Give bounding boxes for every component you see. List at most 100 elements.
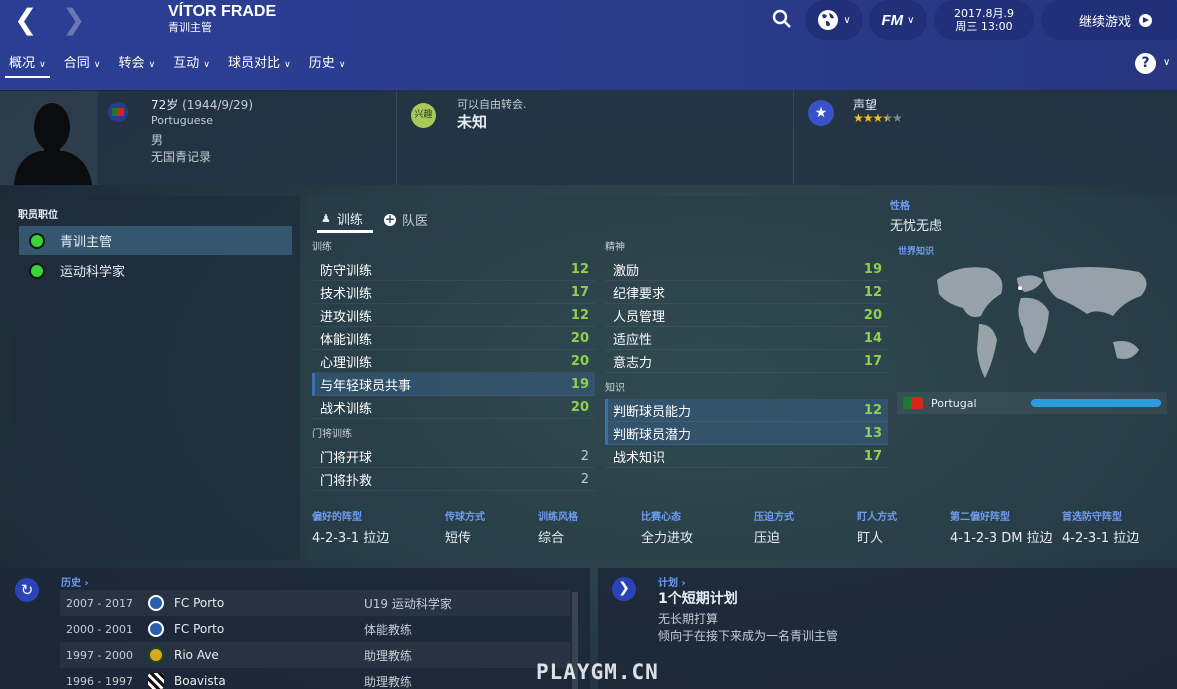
dob: (1944/9/29)	[182, 98, 254, 112]
club-badge-icon	[148, 621, 164, 637]
portugal-flag-icon	[108, 102, 128, 122]
preferences-row: 偏好的阵型 4-2-3-1 拉边 传球方式短传 训练风格综合 比赛心态全力进攻 压…	[307, 504, 1177, 546]
transfer-status: 可以自由转会.	[457, 98, 527, 111]
time-text: 周三 13:00	[955, 20, 1013, 33]
transfer-value: 未知	[457, 113, 488, 131]
attr-row: 纪律要求 12	[605, 281, 888, 304]
youth-record: 无国青记录	[151, 150, 212, 164]
attr-row: 适应性 14	[605, 327, 888, 350]
world-map	[917, 258, 1167, 388]
club-badge-icon	[148, 595, 164, 611]
menu-history[interactable]: 历史 ∨	[300, 56, 355, 80]
profile-strip: 72岁 (1944/9/29) Portuguese 男 无国青记录 兴趣 可以…	[0, 91, 1177, 185]
staff-role: 青训主管	[168, 21, 212, 34]
active-dot-icon	[29, 232, 45, 249]
tab-medical[interactable]: + 队医	[384, 206, 428, 233]
attr-row: 门将开球 2	[312, 445, 595, 468]
plus-icon: +	[384, 211, 396, 226]
main-menu: 概况 ∨ 合同 ∨ 转会 ∨ 互动 ∨ 球员对比 ∨ 历史 ∨	[0, 56, 355, 80]
country-name: Portugal	[931, 396, 977, 410]
attr-row: 门将扑救 2	[312, 468, 595, 491]
attr-row: 技术训练 17	[312, 281, 595, 304]
pref-value: 4-2-3-1 拉边	[1062, 531, 1140, 546]
pref-value: 综合	[538, 531, 565, 546]
table-row[interactable]: 2000 - 2001 FC Porto 体能教练	[60, 616, 570, 642]
globe-icon	[818, 10, 839, 30]
gender: 男	[151, 133, 164, 147]
attr-row: 心理训练 20	[312, 350, 595, 373]
history-icon: ↻	[15, 578, 39, 602]
pref-label: 训练风格	[538, 512, 578, 523]
world-menu-button[interactable]: ∨	[805, 0, 863, 40]
forward-arrow-icon[interactable]: ❯	[62, 6, 85, 34]
pref-value: 盯人	[857, 531, 884, 546]
menu-contract[interactable]: 合同 ∨	[55, 56, 110, 80]
pref-label: 偏好的阵型	[312, 512, 362, 523]
attr-row: 进攻训练 12	[312, 304, 595, 327]
top-bar: ❮ ❯ VÍTOR FRADE 青训主管 ∨ FM ∨ 2017.8月.9 周三…	[0, 0, 1177, 90]
role-item-sport-scientist[interactable]: 运动科学家	[19, 256, 292, 285]
pref-value: 短传	[445, 531, 472, 546]
attr-row: 战术训练 20	[312, 396, 595, 419]
knowledge-title: 知识	[605, 383, 625, 394]
age: 72岁	[151, 98, 179, 112]
pref-value: 全力进攻	[641, 531, 694, 546]
role-item-youth-head[interactable]: 青训主管	[19, 226, 292, 255]
date-text: 2017.8月.9	[954, 7, 1014, 20]
gk-title: 门将训练	[312, 429, 352, 440]
search-icon[interactable]	[772, 9, 792, 29]
plans-line1: 无长期打算	[658, 612, 719, 626]
history-panel: ↻ 历史 › 2007 - 2017 FC Porto U19 运动科学家 20…	[0, 568, 590, 689]
star-icon: ★	[808, 100, 834, 126]
attributes-panel: ♟ 训练 + 队医 训练 防守训练 12 技术训练 17 进攻训练 12 体能训练 20 心…	[307, 196, 1177, 560]
attr-row: 体能训练 20	[312, 327, 595, 350]
chevron-down-icon[interactable]: ∨	[1163, 57, 1170, 68]
world-knowledge-row: Portugal	[897, 392, 1167, 414]
date-display[interactable]: 2017.8月.9 周三 13:00	[934, 0, 1034, 40]
chevron-right-icon[interactable]: ❯	[612, 577, 636, 601]
fm-menu-button[interactable]: FM ∨	[869, 0, 927, 40]
table-row[interactable]: 1996 - 1997 Boavista 助理教练	[60, 668, 570, 689]
pref-label: 传球方式	[445, 512, 485, 523]
continue-label: 继续游戏	[1079, 14, 1132, 30]
table-row[interactable]: 1997 - 2000 Rio Ave 助理教练	[60, 642, 570, 668]
interest-badge: 兴趣	[411, 103, 436, 128]
personality-value: 无忧无虑	[890, 219, 943, 234]
attr-row-highlighted: 与年轻球员共事 19	[312, 373, 595, 396]
tab-training[interactable]: ♟ 训练	[317, 206, 373, 233]
attr-row-highlighted: 判断球员能力 12	[605, 399, 888, 422]
history-table: 2007 - 2017 FC Porto U19 运动科学家 2000 - 20…	[60, 590, 570, 689]
reputation-stars: ★★★★★	[853, 111, 903, 125]
knowledge-bar	[1031, 399, 1161, 407]
play-icon	[1139, 13, 1153, 27]
roles-title: 职员职位	[18, 210, 58, 221]
avatar	[0, 91, 98, 185]
club-badge-icon	[148, 673, 164, 689]
menu-transfer[interactable]: 转会 ∨	[110, 56, 165, 80]
personality-label: 性格	[890, 201, 910, 212]
pref-value: 4-1-2-3 DM 拉边	[950, 531, 1053, 546]
mental-section: 精神 激励 19 纪律要求 12 人员管理 20 适应性 14 意志力 17 知识 判断球…	[605, 238, 888, 468]
attr-row-highlighted: 判断球员潜力 13	[605, 422, 888, 445]
history-link[interactable]: 历史 ›	[61, 574, 89, 589]
roles-panel: 职员职位 青训主管 运动科学家	[10, 196, 300, 560]
pref-label: 比赛心态	[641, 512, 681, 523]
table-row[interactable]: 2007 - 2017 FC Porto U19 运动科学家	[60, 590, 570, 616]
chevron-down-icon: ∨	[843, 14, 851, 26]
training-title: 训练	[312, 242, 332, 253]
attr-row: 意志力 17	[605, 350, 888, 373]
plans-link[interactable]: 计划 ›	[658, 574, 686, 589]
attr-row: 激励 19	[605, 258, 888, 281]
pref-value: 压迫	[754, 531, 781, 546]
menu-compare[interactable]: 球员对比 ∨	[219, 56, 300, 80]
back-arrow-icon[interactable]: ❮	[14, 6, 37, 34]
club-badge-icon	[148, 647, 164, 663]
plans-panel: ❯ 计划 › 1个短期计划 无长期打算 倾向于在接下来成为一名青训主管	[598, 568, 1177, 689]
pref-label: 盯人方式	[857, 512, 897, 523]
menu-interaction[interactable]: 互动 ∨	[164, 56, 219, 80]
plans-line2: 倾向于在接下来成为一名青训主管	[658, 629, 839, 643]
pref-label: 第二偏好阵型	[950, 512, 1010, 523]
help-icon[interactable]: ?	[1135, 53, 1156, 74]
menu-overview[interactable]: 概况 ∨	[0, 56, 55, 80]
continue-button[interactable]: 继续游戏	[1041, 0, 1177, 40]
